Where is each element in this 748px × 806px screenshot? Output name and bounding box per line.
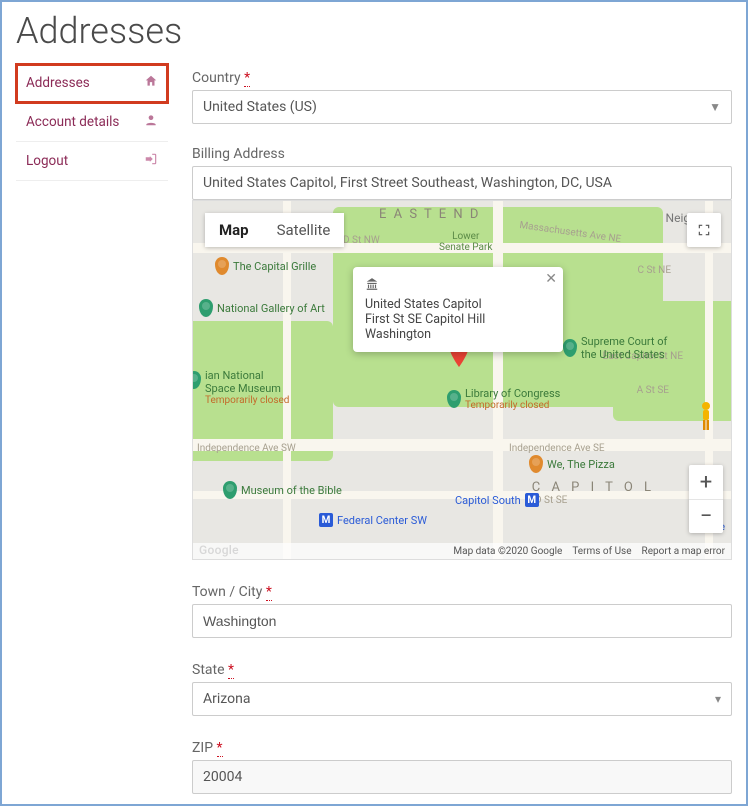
state-label: State * — [192, 662, 732, 678]
zoom-in-button[interactable]: + — [689, 465, 723, 499]
home-icon — [144, 74, 158, 92]
sidebar-item-label: Logout — [26, 153, 68, 169]
map-street-dstse: D St SE — [535, 495, 567, 506]
info-subtitle: First St SE Capitol Hill Washington — [365, 312, 551, 342]
terms-link[interactable]: Terms of Use — [572, 546, 631, 557]
map-neighborhood-eastend: E A S T E N D — [379, 207, 480, 222]
landmark-icon — [365, 277, 551, 295]
chevron-down-icon: ▾ — [715, 692, 721, 706]
city-label: Town / City * — [192, 584, 732, 600]
state-value: Arizona — [203, 691, 250, 707]
report-error-link[interactable]: Report a map error — [642, 546, 725, 557]
chevron-down-icon: ▼ — [709, 100, 721, 114]
map-street-indepse: Independence Ave SE — [509, 443, 605, 454]
sidebar-item-logout[interactable]: Logout — [16, 142, 168, 181]
map-park-lowersenate: Lower Senate Park — [439, 231, 492, 253]
required-mark: * — [244, 70, 250, 87]
map-footer: Map data ©2020 Google Terms of Use Repor… — [193, 543, 731, 559]
map-poi-museum-bible[interactable]: Museum of the Bible — [223, 481, 342, 499]
close-icon[interactable]: ✕ — [545, 271, 557, 287]
fullscreen-button[interactable] — [687, 213, 721, 247]
label-text: Country — [192, 70, 241, 86]
map-info-window: ✕ United States Capitol First St SE Capi… — [353, 267, 563, 352]
sidebar-item-label: Account details — [26, 114, 119, 130]
sidebar-item-account-details[interactable]: Account details — [16, 103, 168, 142]
map-poi-federal-center[interactable]: MFederal Center SW — [319, 513, 427, 527]
required-mark: * — [217, 740, 223, 757]
country-label: Country * — [192, 70, 732, 86]
zoom-control: + − — [689, 465, 723, 533]
city-input[interactable] — [192, 604, 732, 638]
map-type-control: Map Satellite — [205, 213, 344, 247]
map-poi-scotus[interactable]: Supreme Court of the United States — [563, 335, 667, 361]
sidebar-item-label: Addresses — [26, 75, 90, 91]
map-street-astse: A St SE — [637, 385, 669, 396]
country-select[interactable]: United States (US) ▼ — [192, 90, 732, 124]
map-poi-smithsonian[interactable]: ian National Space MuseumTemporarily clo… — [192, 369, 289, 406]
map-poi-we-pizza[interactable]: We, The Pizza — [529, 455, 615, 473]
billing-address-input[interactable]: United States Capitol, First Street Sout… — [192, 166, 732, 200]
map-data-label: Map data ©2020 Google — [453, 546, 562, 557]
map-poi-national-gallery[interactable]: National Gallery of Art — [199, 299, 325, 317]
logout-icon — [144, 152, 158, 170]
map-neighborhood-capitol: C A P I T O L — [532, 480, 655, 495]
label-text: State — [192, 662, 225, 678]
label-text: ZIP — [192, 740, 213, 756]
address-form: Country * United States (US) ▼ Billing A… — [168, 64, 732, 794]
state-select[interactable]: Arizona ▾ — [192, 682, 732, 716]
map-street-cstne: C St NE — [638, 265, 672, 276]
info-title: United States Capitol — [365, 297, 551, 312]
account-sidebar: Addresses Account details Logout — [16, 64, 168, 794]
label-text: Town / City — [192, 584, 262, 600]
zip-label: ZIP * — [192, 740, 732, 756]
map-type-satellite-button[interactable]: Satellite — [263, 213, 345, 247]
map-street-dstnw: D St NW — [343, 235, 380, 246]
page-title: Addresses — [16, 10, 746, 52]
required-mark: * — [228, 662, 234, 679]
zoom-out-button[interactable]: − — [689, 499, 723, 533]
map-poi-capitol-south[interactable]: Capitol SouthM — [455, 493, 539, 507]
map-type-map-button[interactable]: Map — [205, 213, 263, 247]
map-poi-library-congress[interactable]: Library of CongressTemporarily closed — [447, 387, 560, 411]
map-poi-capital-grille[interactable]: The Capital Grille — [215, 257, 316, 275]
country-value: United States (US) — [203, 99, 317, 115]
street-view-pegman[interactable] — [689, 397, 723, 437]
map-street-indepsw: Independence Ave SW — [197, 443, 296, 454]
sidebar-item-addresses[interactable]: Addresses — [16, 64, 168, 103]
zip-input[interactable]: 20004 — [192, 760, 732, 794]
required-mark: * — [266, 584, 272, 601]
map-container[interactable]: E A S T E N D C A P I T O L Neighborh D … — [192, 200, 732, 560]
billing-label: Billing Address — [192, 146, 732, 162]
user-icon — [144, 113, 158, 131]
